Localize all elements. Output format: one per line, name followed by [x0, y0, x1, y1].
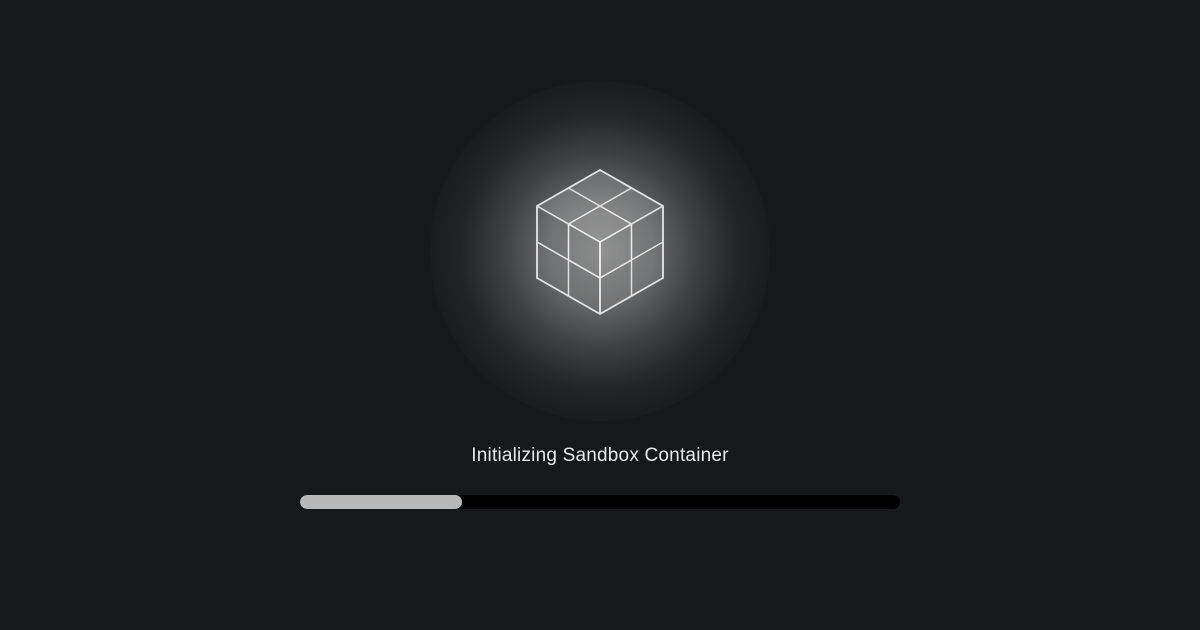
glow-backdrop [430, 81, 770, 421]
loading-status-text: Initializing Sandbox Container [471, 445, 728, 467]
cube-icon [510, 161, 690, 341]
loading-screen: Initializing Sandbox Container [300, 81, 900, 509]
progress-bar-fill [300, 495, 462, 509]
progress-bar [300, 495, 900, 509]
